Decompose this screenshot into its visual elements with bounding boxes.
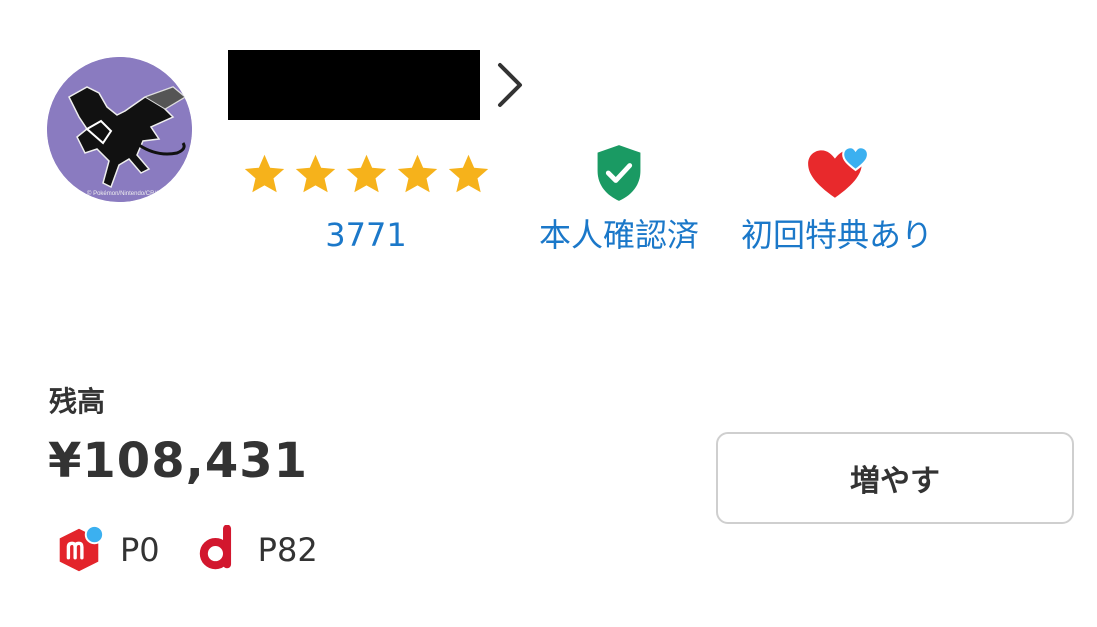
points-row: P0 P82	[52, 522, 352, 578]
username-row[interactable]	[228, 50, 526, 120]
d-point-value: P82	[257, 531, 318, 569]
verified-shield-icon	[597, 145, 641, 201]
merpay-point-icon	[59, 524, 105, 572]
d-point[interactable]: P82	[194, 525, 318, 575]
balance-amount: ¥108,431	[48, 433, 309, 489]
star-icon	[295, 154, 335, 192]
first-benefit-stat[interactable]: 初回特典あり	[741, 145, 934, 255]
star-icon	[346, 154, 386, 192]
svg-text:© Pokémon/Nintendo/CR/GF: © Pokémon/Nintendo/CR/GF	[87, 190, 165, 197]
rating-stars	[242, 145, 491, 201]
d-point-icon	[199, 525, 231, 570]
star-icon	[448, 154, 488, 192]
star-icon	[397, 154, 437, 192]
verified-stat[interactable]: 本人確認済	[539, 145, 700, 255]
merpay-point-value: P0	[120, 531, 160, 569]
redacted-username	[228, 50, 480, 120]
dragon-avatar-image: © Pokémon/Nintendo/CR/GF	[47, 57, 192, 202]
user-avatar[interactable]: © Pokémon/Nintendo/CR/GF	[47, 57, 192, 202]
star-icon	[244, 154, 284, 192]
increase-balance-button[interactable]: 増やす	[716, 432, 1074, 524]
verified-label: 本人確認済	[539, 216, 700, 254]
balance-title: 残高	[49, 385, 106, 418]
first-benefit-label: 初回特典あり	[741, 216, 934, 254]
double-heart-icon	[808, 146, 869, 198]
rating-stat[interactable]: 3771	[240, 145, 492, 255]
rating-count: 3771	[325, 216, 407, 254]
merpay-point[interactable]: P0	[52, 523, 160, 577]
chevron-right-icon	[498, 63, 522, 107]
